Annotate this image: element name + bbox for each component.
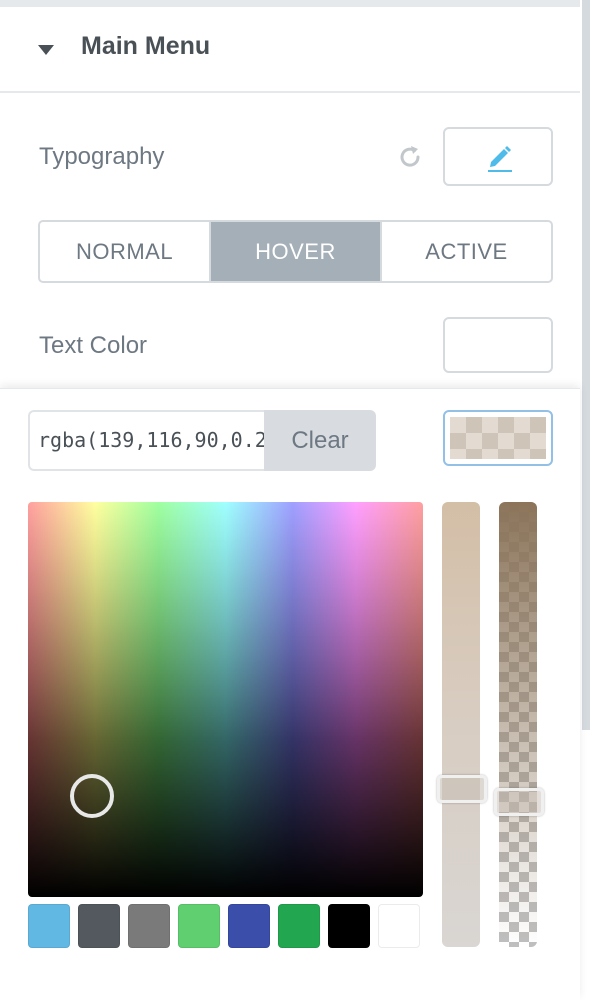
typography-edit-button[interactable]: [443, 127, 553, 186]
palette-swatch-5[interactable]: [228, 904, 270, 948]
text-color-swatch-button[interactable]: [443, 317, 553, 373]
text-color-label: Text Color: [39, 332, 148, 359]
color-value-input[interactable]: rgba(139,116,90,0.25): [28, 410, 268, 471]
color-picker-panel: rgba(139,116,90,0.25) Clear: [0, 388, 580, 1000]
hue-slider-handle[interactable]: [437, 775, 487, 803]
top-divider: [0, 0, 580, 7]
pencil-icon: [488, 146, 512, 172]
tab-hover[interactable]: HOVER: [209, 222, 380, 281]
section-header-main-menu[interactable]: Main Menu: [0, 7, 580, 93]
tab-normal[interactable]: NORMAL: [40, 222, 209, 281]
opacity-slider[interactable]: [499, 502, 537, 947]
color-spectrum[interactable]: [28, 502, 423, 897]
palette-swatch-1[interactable]: [28, 904, 70, 948]
spectrum-handle[interactable]: [70, 774, 114, 818]
palette-swatch-2[interactable]: [78, 904, 120, 948]
clear-button[interactable]: Clear: [264, 410, 376, 471]
palette-swatch-3[interactable]: [128, 904, 170, 948]
scrollbar-thumb[interactable]: [582, 0, 590, 730]
typography-label: Typography: [39, 143, 165, 170]
palette-swatch-4[interactable]: [178, 904, 220, 948]
state-tabs: NORMAL HOVER ACTIVE: [38, 220, 553, 283]
palette-swatch-6[interactable]: [278, 904, 320, 948]
tab-active[interactable]: ACTIVE: [380, 222, 551, 281]
section-title: Main Menu: [81, 32, 211, 60]
refresh-icon[interactable]: [396, 143, 424, 171]
palette-swatch-7[interactable]: [328, 904, 370, 948]
opacity-slider-handle[interactable]: [494, 788, 544, 816]
color-palette: [28, 904, 423, 948]
caret-down-icon: [38, 45, 54, 55]
hue-slider[interactable]: [442, 502, 480, 947]
palette-swatch-8[interactable]: [378, 904, 420, 948]
current-color-preview[interactable]: [443, 410, 553, 466]
